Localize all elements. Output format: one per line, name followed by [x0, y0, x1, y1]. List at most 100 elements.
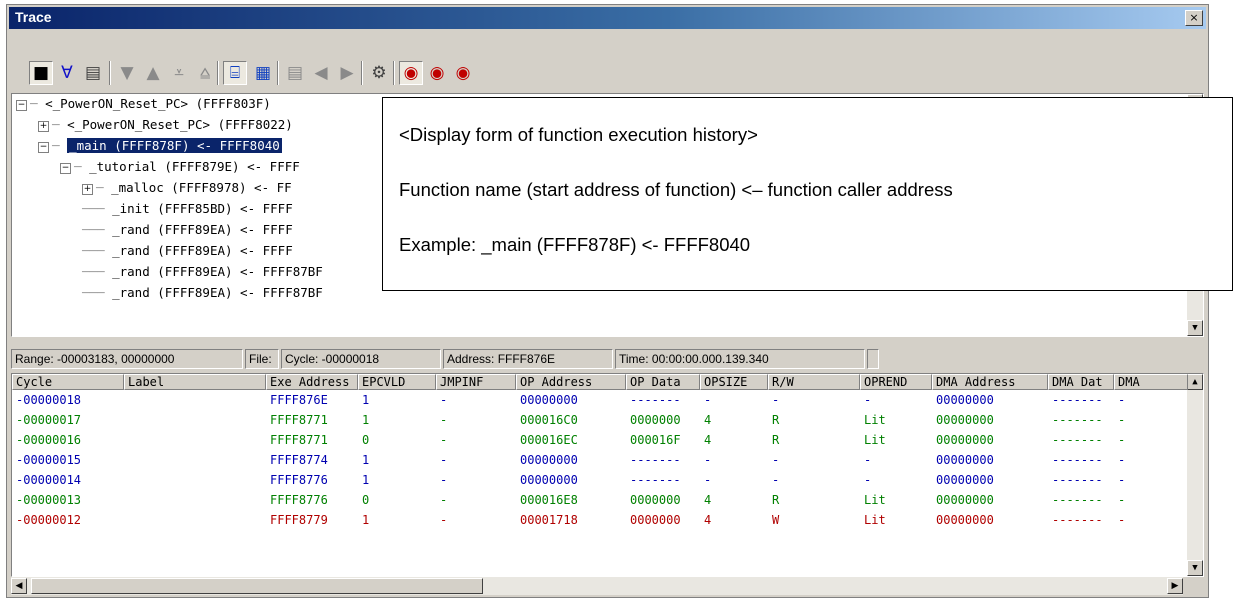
step-forward-button[interactable]: ▶	[335, 61, 359, 85]
table-scroll-up-button[interactable]: ▲	[1187, 374, 1203, 390]
find-prev-button[interactable]: ▲	[141, 61, 165, 85]
column-header[interactable]: OPREND	[860, 374, 932, 390]
column-header[interactable]: Exe Address	[266, 374, 358, 390]
horizontal-scroll-thumb[interactable]	[31, 578, 483, 594]
table-cell	[128, 512, 264, 528]
column-header[interactable]: DMA	[1114, 374, 1188, 390]
table-horizontal-scrollbar[interactable]: ◀ ▶	[11, 577, 1183, 595]
column-header[interactable]: R/W	[768, 374, 860, 390]
column-header[interactable]: JMPINF	[436, 374, 516, 390]
scrollbar-corner	[1183, 577, 1204, 595]
tree-connector: ───	[82, 243, 113, 258]
table-cell: -	[1118, 433, 1126, 447]
document-button[interactable]: ▤	[81, 61, 105, 85]
column-header[interactable]: OP Address	[516, 374, 626, 390]
title-bar[interactable]: Trace ×	[9, 7, 1206, 29]
table-cell: 4	[704, 413, 712, 427]
table-vertical-scrollbar[interactable]: ▲ ▼	[1187, 374, 1203, 576]
source-view-button[interactable]: ▤	[283, 61, 307, 85]
tree-node[interactable]: − ─ _tutorial (FFFF879E) <- FFFF	[60, 158, 300, 175]
column-header[interactable]: DMA Address	[932, 374, 1048, 390]
table-cell: -	[704, 473, 712, 487]
expand-icon[interactable]: +	[38, 121, 49, 132]
table-cell: -	[440, 393, 448, 407]
trace-stop-button[interactable]: ◉	[425, 61, 449, 85]
table-cell: W	[772, 513, 780, 527]
close-button[interactable]: ×	[1185, 10, 1203, 26]
table-cell: 000016E8	[520, 493, 578, 507]
table-cell: -	[864, 393, 872, 407]
toolbar-separator	[393, 61, 395, 85]
settings-button[interactable]: ⚙	[367, 61, 391, 85]
tree-node[interactable]: − ─ _main (FFFF878F) <- FFFF8040	[38, 137, 282, 154]
find-top-button[interactable]: ⩠	[193, 61, 217, 85]
table-cell: -	[440, 493, 448, 507]
tree-node[interactable]: ─── _rand (FFFF89EA) <- FFFF87BF	[82, 263, 323, 280]
find-bottom-button[interactable]: ⩡	[167, 61, 191, 85]
column-header[interactable]: EPCVLD	[358, 374, 436, 390]
table-row[interactable]: -00000014 FFFF8776 1-00000000 ------- - - -000…	[12, 472, 1186, 490]
tree-node[interactable]: − ─ <_PowerON_Reset_PC> (FFFF803F)	[16, 95, 271, 112]
table-cell: 4	[704, 513, 712, 527]
table-cell: -	[1118, 453, 1126, 467]
tree-node[interactable]: + ─ <_PowerON_Reset_PC> (FFFF8022)	[38, 116, 293, 133]
table-cell: Lit	[864, 493, 886, 507]
table-row[interactable]: -00000012 FFFF8779 1 - 00001718 0000000 4 W Lit 0…	[12, 512, 1186, 530]
table-scroll-down-button[interactable]: ▼	[1187, 560, 1203, 576]
table-cell: -00000014	[16, 473, 82, 487]
record-icon: ■	[32, 63, 50, 83]
trace-table[interactable]: ▲ ▼ Cycle Label Exe Address EPCVLD JMPINF OP …	[11, 373, 1204, 577]
table-cell: 0000000	[630, 493, 681, 507]
table-row[interactable]: -00000015 FFFF8774 1-00000000 ------- - - -000…	[12, 452, 1186, 470]
scroll-down-button[interactable]: ▼	[1187, 320, 1203, 336]
trace-stop-icon: ◉	[429, 63, 445, 83]
column-header[interactable]: DMA Dat	[1048, 374, 1114, 390]
tree-node[interactable]: ─── _init (FFFF85BD) <- FFFF	[82, 200, 293, 217]
find-prev-icon: ▲	[146, 63, 160, 83]
collapse-icon[interactable]: −	[38, 142, 49, 153]
scroll-right-button[interactable]: ▶	[1167, 578, 1183, 594]
scroll-left-button[interactable]: ◀	[11, 578, 27, 594]
function-tree-button[interactable]: ⌸	[223, 61, 247, 85]
column-header[interactable]: OP Data	[626, 374, 700, 390]
step-back-icon: ◀	[314, 63, 328, 83]
function-list-button[interactable]: ▦	[251, 61, 275, 85]
table-cell	[128, 392, 264, 408]
table-cell: -	[772, 473, 780, 487]
document-icon: ▤	[84, 63, 102, 83]
table-row[interactable]: -00000016 FFFF8771 0 - 000016EC 000016F 4 R Lit 0…	[12, 432, 1186, 450]
table-row[interactable]: -00000013 FFFF8776 0 - 000016E8 0000000 4 R Lit 0…	[12, 492, 1186, 510]
column-header[interactable]: Label	[124, 374, 266, 390]
record-button[interactable]: ■	[29, 61, 53, 85]
tree-node[interactable]: + ─ _malloc (FFFF8978) <- FF	[82, 179, 292, 196]
find-top-icon: ⩠	[199, 63, 211, 83]
tree-connector: ─	[74, 159, 90, 174]
pane-splitter[interactable]	[11, 339, 1204, 347]
table-cell: -------	[1052, 393, 1103, 407]
tree-node[interactable]: ─── _rand (FFFF89EA) <- FFFF	[82, 242, 293, 259]
table-cell: 00000000	[936, 393, 994, 407]
trace-start-button[interactable]: ◉	[399, 61, 423, 85]
table-cell: FFFF8771	[270, 413, 328, 427]
tree-connector: ───	[82, 222, 113, 237]
table-cell: 1	[362, 393, 370, 407]
step-back-button[interactable]: ◀	[309, 61, 333, 85]
tree-node[interactable]: ─── _rand (FFFF89EA) <- FFFF87BF	[82, 284, 323, 301]
tree-node[interactable]: ─── _rand (FFFF89EA) <- FFFF	[82, 221, 293, 238]
expand-icon[interactable]: +	[82, 184, 93, 195]
collapse-icon[interactable]: −	[60, 163, 71, 174]
table-cell: 000016C0	[520, 413, 578, 427]
collapse-icon[interactable]: −	[16, 100, 27, 111]
filter-button[interactable]: ∀	[55, 61, 79, 85]
table-cell: -------	[1052, 453, 1103, 467]
column-header[interactable]: Cycle	[12, 374, 124, 390]
table-row[interactable]: -00000018 FFFF876E 1-00000000 ------- - - -000…	[12, 392, 1186, 410]
find-next-button[interactable]: ▼	[115, 61, 139, 85]
table-cell: Lit	[864, 513, 886, 527]
table-cell	[128, 472, 264, 488]
table-cell: FFFF8771	[270, 433, 328, 447]
table-cell: R	[772, 433, 780, 447]
table-row[interactable]: -00000017 FFFF8771 1 - 000016C0 0000000 4 R Lit 0…	[12, 412, 1186, 430]
trace-clear-button[interactable]: ◉	[451, 61, 475, 85]
column-header[interactable]: OPSIZE	[700, 374, 768, 390]
